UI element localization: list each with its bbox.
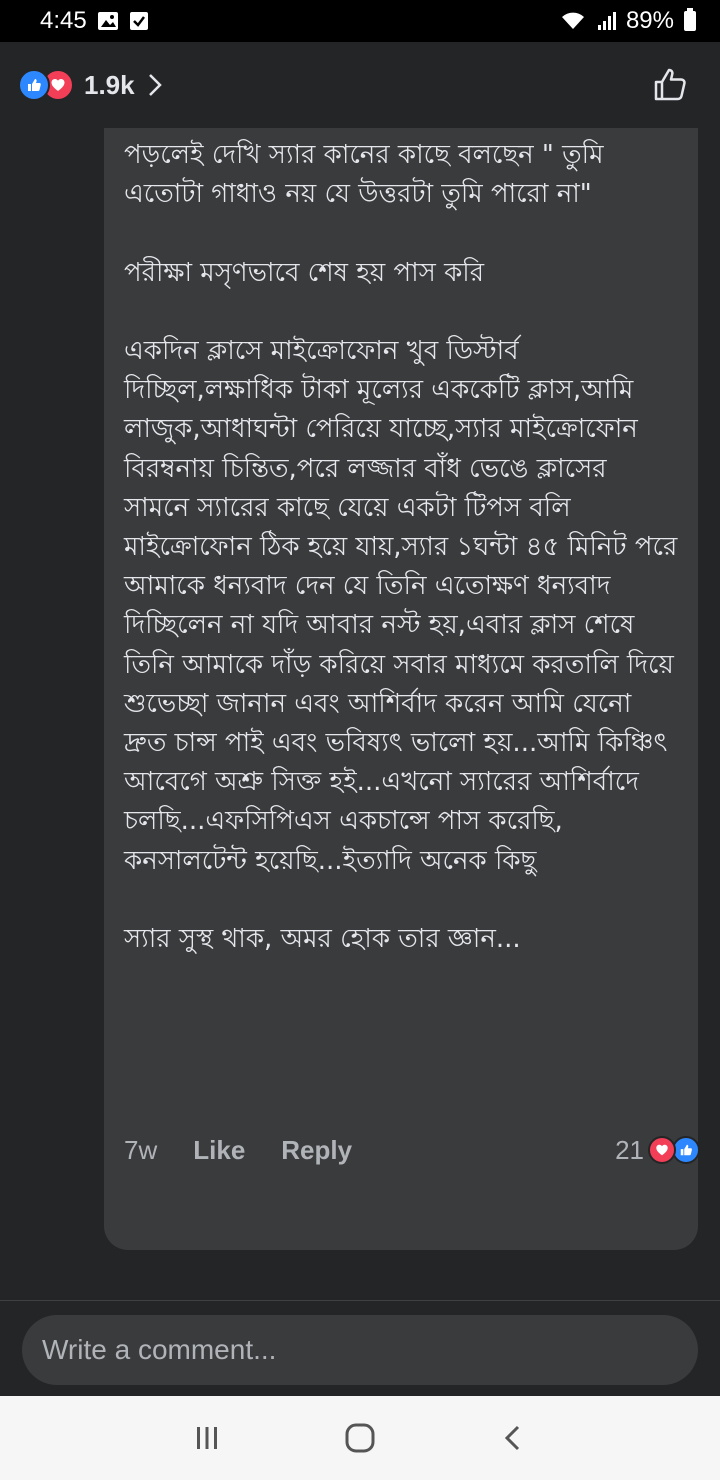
comment-composer-bar: Write a comment... [0, 1300, 720, 1396]
comment-area: পড়লেই দেখি স্যার কানের কাছে বলছেন " তুম… [0, 128, 720, 1300]
comment-reactions[interactable]: 21 [615, 1135, 700, 1166]
like-reaction-icon [18, 69, 50, 101]
system-nav-bar [0, 1396, 720, 1480]
battery-icon [684, 8, 696, 31]
reply-button[interactable]: Reply [281, 1135, 352, 1166]
status-time: 4:45 [40, 7, 87, 34]
comment-paragraph: পরীক্ষা মসৃণভাবে শেষ হয় পাস করি [124, 257, 485, 288]
battery-percent: 89% [625, 7, 674, 34]
checkbox-icon [129, 11, 149, 31]
status-left: 4:45 [40, 7, 149, 35]
comment-paragraph: একদিন ক্লাসে মাইক্রোফোন খুব ডিস্টার্ব দি… [124, 335, 686, 876]
status-right: 89% [560, 7, 696, 35]
reactions-header: 1.9k [0, 42, 720, 128]
comment-time: 7w [124, 1134, 158, 1165]
comment-input-placeholder: Write a comment... [42, 1334, 277, 1365]
comment-paragraph: স্যার সুস্থ থাক, অমর হোক তার জ্ঞান... [124, 924, 521, 955]
love-reaction-icon [648, 1136, 676, 1164]
like-button[interactable]: Like [193, 1135, 245, 1166]
recents-icon[interactable] [177, 1408, 237, 1468]
comment-paragraph: পড়লেই দেখি স্যার কানের কাছে বলছেন " তুম… [124, 140, 612, 210]
reaction-icons [18, 69, 74, 101]
like-reaction-icon [672, 1136, 700, 1164]
comment-actions: 7w Like Reply 21 [124, 1130, 700, 1170]
comment-input[interactable]: Write a comment... [22, 1315, 698, 1385]
signal-icon [596, 11, 616, 31]
chevron-right-icon [147, 72, 163, 98]
thumbs-up-icon[interactable] [652, 67, 688, 103]
comment-reaction-count: 21 [615, 1134, 644, 1165]
gallery-icon [97, 11, 119, 31]
comment-bubble: পড়লেই দেখি স্যার কানের কাছে বলছেন " তুম… [104, 128, 698, 1250]
wifi-icon [560, 11, 586, 31]
back-icon[interactable] [483, 1408, 543, 1468]
reactions-summary-button[interactable]: 1.9k [18, 69, 163, 101]
reaction-count: 1.9k [84, 69, 135, 100]
status-bar: 4:45 89% [0, 0, 720, 42]
home-icon[interactable] [330, 1408, 390, 1468]
